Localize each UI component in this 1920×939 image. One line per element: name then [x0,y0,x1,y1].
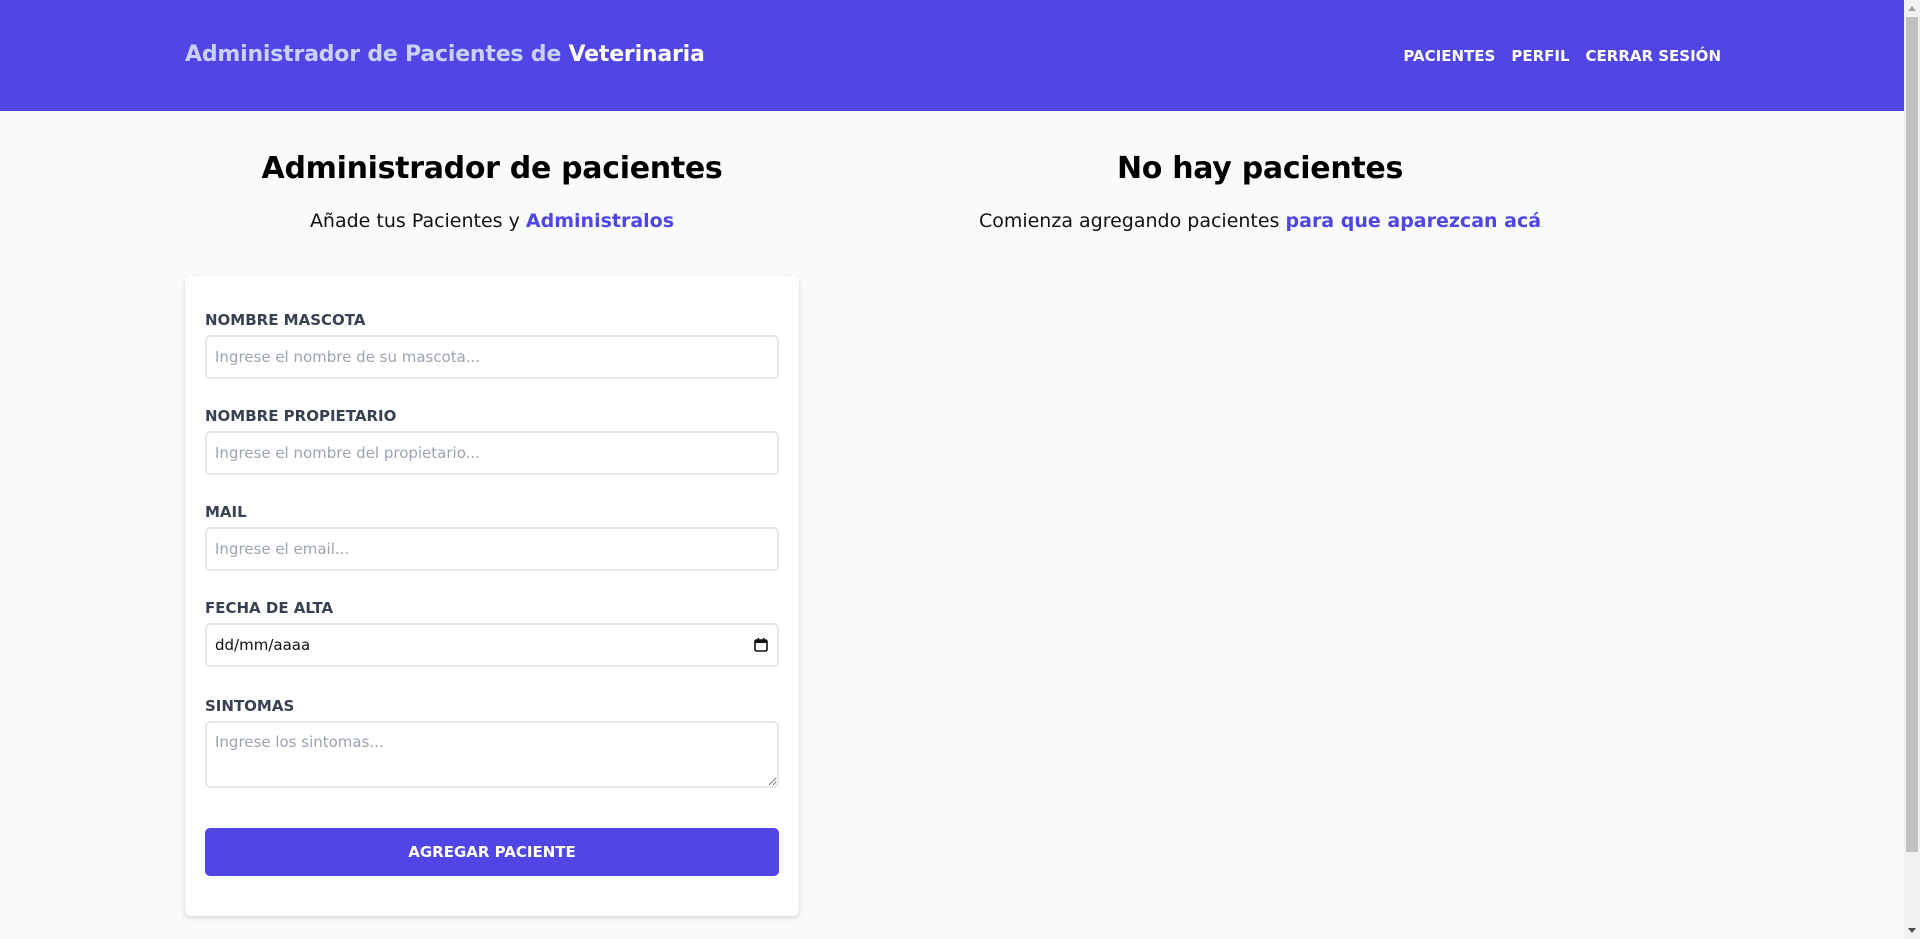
nav-link-cerrar-sesion[interactable]: Cerrar Sesión [1586,47,1721,65]
list-subtitle-text: Comienza agregando pacientes [978,210,1280,232]
form-section-subtitle: Añade tus Pacientes y Administralos [185,210,799,232]
list-section-subtitle: Comienza agregando pacientes para que ap… [799,210,1721,232]
agregar-paciente-button[interactable]: Agregar Paciente [205,828,779,876]
vertical-scrollbar[interactable] [1904,0,1920,939]
app-title-accent: Veterinaria [568,42,705,67]
mascota-input[interactable] [205,335,779,379]
mascota-label: Nombre Mascota [205,311,366,329]
top-header: Administrador de Pacientes de Veterinari… [0,0,1904,111]
sintomas-textarea[interactable] [205,721,779,788]
form-subtitle-text: Añade tus Pacientes y [309,210,520,232]
app-title-main: Administrador de Pacientes de [185,42,562,67]
sintomas-label: Sintomas [205,697,295,715]
form-section-title: Administrador de pacientes [261,151,723,186]
app-viewport: Administrador de Pacientes de Veterinari… [0,0,1904,939]
propietario-input[interactable] [205,431,779,475]
scroll-down-arrow-icon[interactable] [1908,928,1916,933]
list-section-title: No hay pacientes [1116,151,1404,186]
patient-form: Nombre Mascota Nombre Propietario Mail F… [185,276,799,916]
mail-label: Mail [205,503,247,521]
scrollbar-thumb[interactable] [1906,17,1918,852]
mail-input[interactable] [205,527,779,571]
fecha-alta-value: dd/mm/aaaa [215,636,311,654]
nav-link-perfil[interactable]: Perfil [1511,47,1569,65]
fecha-alta-date-input[interactable]: dd/mm/aaaa [205,623,779,667]
fecha-label: Fecha de Alta [205,599,334,617]
app-title: Administrador de Pacientes de Veterinari… [185,42,705,67]
scroll-up-arrow-icon[interactable] [1908,6,1916,11]
nav-link-pacientes[interactable]: Pacientes [1403,47,1495,65]
form-subtitle-highlight: Administralos [525,210,675,232]
calendar-icon[interactable] [753,637,769,653]
propietario-label: Nombre Propietario [205,407,397,425]
list-subtitle-highlight: para que aparezcan acá [1285,210,1542,232]
main-nav: Pacientes Perfil Cerrar Sesión [1403,47,1721,65]
